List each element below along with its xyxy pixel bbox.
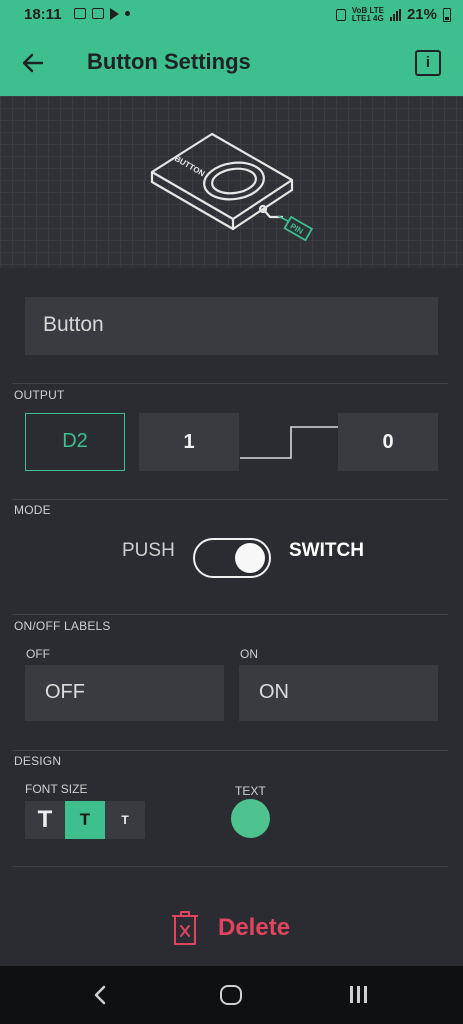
more-notifications-icon bbox=[125, 11, 130, 16]
on-label-input[interactable]: ON bbox=[239, 665, 438, 721]
text-color-label: TEXT bbox=[235, 784, 266, 798]
divider bbox=[12, 383, 448, 384]
divider bbox=[12, 750, 448, 751]
toggle-knob bbox=[235, 543, 265, 573]
mode-switch-label[interactable]: SWITCH bbox=[289, 540, 364, 562]
status-time: 18:11 bbox=[24, 6, 62, 23]
font-size-medium-button[interactable]: T bbox=[65, 801, 105, 839]
divider bbox=[12, 866, 448, 867]
font-size-large-button[interactable]: T bbox=[25, 801, 65, 839]
status-bar: 18:11 VoB LTE LTE1 4G 21% bbox=[0, 0, 463, 30]
app-bar: Button Settings i bbox=[0, 30, 463, 96]
nav-back-icon[interactable] bbox=[92, 985, 108, 1005]
photo-notification-icon bbox=[74, 8, 86, 19]
pin-select-button[interactable]: D2 bbox=[25, 413, 125, 471]
notification-icons bbox=[74, 8, 130, 20]
output-section-label: OUTPUT bbox=[14, 388, 65, 402]
low-value-input[interactable]: 0 bbox=[338, 413, 438, 471]
nav-recents-icon[interactable] bbox=[350, 986, 367, 1003]
onoff-section-label: ON/OFF LABELS bbox=[14, 619, 111, 633]
widget-illustration: BUTTON PIN bbox=[0, 96, 463, 268]
font-size-selector: T T T bbox=[25, 801, 145, 839]
lock-icon bbox=[335, 8, 346, 21]
back-arrow-icon[interactable] bbox=[20, 50, 46, 76]
divider bbox=[12, 499, 448, 500]
info-icon: i bbox=[425, 54, 431, 71]
font-size-label: FONT SIZE bbox=[25, 782, 88, 796]
trash-icon bbox=[172, 911, 198, 945]
mode-push-label[interactable]: PUSH bbox=[122, 540, 175, 562]
font-size-small-button[interactable]: T bbox=[105, 801, 145, 839]
status-right: VoB LTE LTE1 4G 21% bbox=[335, 6, 451, 23]
info-button[interactable]: i bbox=[415, 50, 441, 76]
mode-toggle[interactable] bbox=[193, 538, 271, 578]
page-title: Button Settings bbox=[87, 49, 251, 74]
button-device-illustration bbox=[150, 132, 294, 231]
off-field-label: OFF bbox=[26, 647, 50, 661]
design-section-label: DESIGN bbox=[14, 754, 62, 768]
mode-section-label: MODE bbox=[14, 503, 51, 517]
signal-icon bbox=[389, 8, 401, 21]
battery-percent: 21% bbox=[406, 6, 437, 23]
on-field-label: ON bbox=[240, 647, 258, 661]
play-store-icon bbox=[110, 8, 119, 20]
nav-home-icon[interactable] bbox=[220, 985, 242, 1005]
message-notification-icon bbox=[92, 8, 104, 19]
system-nav-bar bbox=[0, 966, 463, 1024]
network-info: VoB LTE LTE1 4G bbox=[351, 6, 384, 23]
device-label: BUTTON bbox=[173, 154, 206, 178]
widget-name-input[interactable]: Button bbox=[25, 297, 438, 355]
high-value-input[interactable]: 1 bbox=[139, 413, 239, 471]
divider bbox=[12, 614, 448, 615]
network-bottom: LTE1 4G bbox=[351, 13, 384, 23]
pin-tag-illustration: PIN bbox=[283, 215, 314, 242]
delete-label: Delete bbox=[218, 914, 291, 941]
delete-button[interactable]: Delete bbox=[170, 906, 290, 950]
output-pulse-graphic bbox=[240, 426, 338, 459]
text-color-picker[interactable] bbox=[231, 799, 270, 838]
battery-icon bbox=[443, 7, 451, 22]
off-label-input[interactable]: OFF bbox=[25, 665, 224, 721]
